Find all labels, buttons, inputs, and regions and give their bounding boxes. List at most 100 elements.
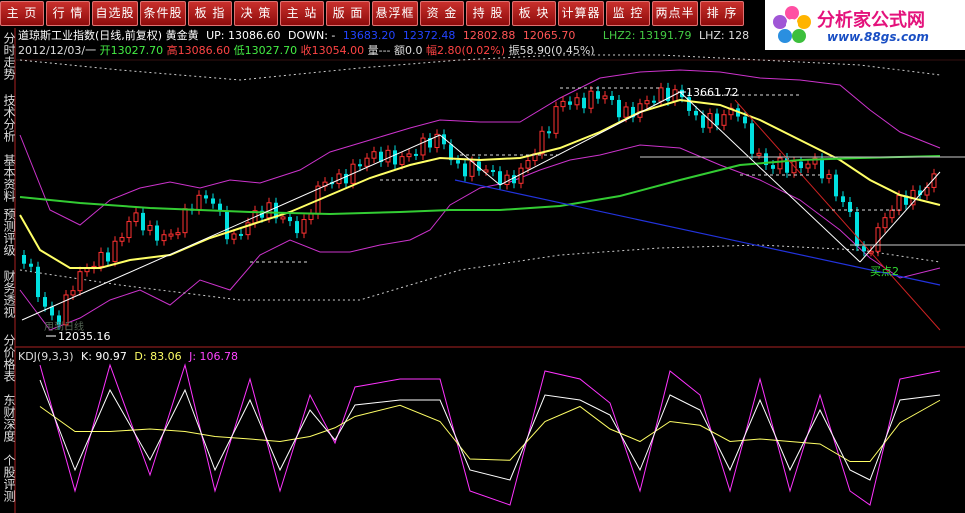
- toolbar-button-15[interactable]: 排 序: [700, 1, 744, 26]
- candle-body: [36, 266, 40, 298]
- quote-high: 高13086.60: [166, 44, 231, 57]
- toolbar-button-8[interactable]: 悬浮框: [372, 1, 418, 26]
- candle-body: [553, 106, 559, 134]
- candle-body: [133, 212, 139, 223]
- toolbar-button-5[interactable]: 决 策: [234, 1, 278, 26]
- candle-body: [658, 87, 664, 102]
- toolbar-button-1[interactable]: 行 情: [46, 1, 90, 26]
- candle-body: [637, 103, 643, 118]
- white-trend-line-1: [21, 134, 441, 321]
- candle-body: [469, 161, 475, 177]
- toolbar-button-12[interactable]: 计算器: [558, 1, 604, 26]
- level-1: 13683.20: [342, 29, 396, 42]
- candle-body: [288, 216, 292, 222]
- envelope-top: [19, 54, 941, 81]
- candle-body: [896, 195, 902, 211]
- toolbar-button-14[interactable]: 两点半: [652, 1, 698, 26]
- candle-body: [29, 263, 33, 267]
- kdj-label: KDJ(9,3,3): [18, 350, 74, 363]
- candle-body: [147, 225, 153, 231]
- toolbar-button-7[interactable]: 版 面: [326, 1, 370, 26]
- quote-volume: 量---: [367, 44, 391, 57]
- level-2: 12372.48: [402, 29, 456, 42]
- candle-body: [456, 160, 460, 164]
- lhz2-value: LHZ2: 13191.79: [602, 29, 692, 42]
- candle-body: [70, 290, 76, 296]
- candle-body: [231, 233, 237, 240]
- side-tab-6[interactable]: 东财深度: [0, 394, 16, 442]
- up-value: UP: 13086.60: [206, 29, 281, 42]
- lhz-value: LHZ: 128: [699, 29, 750, 42]
- candle-body: [771, 165, 775, 169]
- toolbar-button-0[interactable]: 主 页: [0, 1, 44, 26]
- toolbar-button-13[interactable]: 监 控: [606, 1, 650, 26]
- candle-body: [743, 116, 747, 124]
- candle-body: [119, 237, 125, 242]
- candle-body: [512, 175, 516, 184]
- candle-body: [855, 212, 859, 247]
- candle-body: [694, 110, 698, 116]
- candle-body: [610, 95, 614, 100]
- candle-body: [22, 255, 26, 264]
- candle-body: [77, 271, 83, 292]
- quote-close: 收13054.00: [300, 44, 365, 57]
- quote-low: 低13027.70: [233, 44, 298, 57]
- indicator-name: 黄金黄: [165, 29, 199, 42]
- candle-body: [211, 198, 215, 204]
- candle-body: [574, 97, 580, 106]
- candle-body: [239, 233, 243, 236]
- down-value: DOWN: -: [287, 29, 336, 42]
- toolbar-button-2[interactable]: 自选股: [92, 1, 138, 26]
- candle-body: [588, 90, 594, 109]
- white-trend-line-4: [679, 91, 861, 263]
- candle-body: [547, 131, 551, 134]
- candle-body: [602, 95, 608, 100]
- side-tab-4[interactable]: 财务透视: [0, 270, 16, 318]
- candle-body: [155, 225, 159, 241]
- toolbar-button-9[interactable]: 资 金: [420, 1, 464, 26]
- logo-title: 分析家公式网: [817, 10, 925, 31]
- quote-amount: 额0.0: [394, 44, 423, 57]
- toolbar-button-3[interactable]: 条件股: [140, 1, 186, 26]
- side-tab-3[interactable]: 预测评级: [0, 208, 16, 256]
- candle-body: [848, 202, 852, 213]
- quote-row: 2012/12/03/一 开13027.70 高13086.60 低13027.…: [18, 43, 778, 58]
- toolbar-button-11[interactable]: 板 块: [512, 1, 556, 26]
- candle-body: [596, 91, 600, 99]
- logo-url: www.88gs.com: [827, 30, 929, 44]
- chart-canvas[interactable]: 13661.7212035.16买点2用到日线: [0, 0, 965, 513]
- candle-body: [141, 212, 145, 231]
- candle-body: [623, 106, 629, 118]
- candle-body: [617, 99, 621, 118]
- candle-body: [364, 157, 370, 167]
- candle-body: [820, 158, 824, 179]
- candle-body: [168, 233, 174, 237]
- candle-body: [582, 97, 586, 109]
- candle-body: [112, 240, 118, 262]
- toolbar-button-4[interactable]: 板 指: [188, 1, 232, 26]
- candle-body: [308, 213, 314, 221]
- candle-body: [161, 234, 167, 242]
- blue-trend-line: [454, 179, 941, 286]
- candle-body: [385, 149, 391, 163]
- quote-change: 幅2.80(0.02%): [426, 44, 506, 57]
- side-tab-5[interactable]: 分价格表: [0, 334, 16, 382]
- candle-body: [43, 297, 47, 307]
- candle-body: [98, 251, 104, 267]
- chart-header: 道琼斯工业指数(日线,前复权) 黄金黄 UP: 13086.60 DOWN: -…: [18, 28, 778, 43]
- candle-body: [568, 101, 572, 105]
- side-tab-2[interactable]: 基本资料: [0, 154, 16, 202]
- side-tab-1[interactable]: 技术分析: [0, 94, 16, 142]
- side-tab-0[interactable]: 分时走势: [0, 32, 16, 80]
- candle-body: [826, 174, 832, 179]
- toolbar-button-6[interactable]: 主 站: [280, 1, 324, 26]
- candle-body: [652, 100, 656, 103]
- candle-body: [225, 210, 229, 240]
- candle-body: [280, 216, 286, 220]
- kdj-j-line: [39, 363, 941, 506]
- side-tab-7[interactable]: 个股评测: [0, 454, 16, 502]
- toolbar-button-10[interactable]: 持 股: [466, 1, 510, 26]
- candle-body: [777, 157, 783, 170]
- kdj-k: K: 90.97: [81, 350, 127, 363]
- candle-body: [406, 153, 412, 158]
